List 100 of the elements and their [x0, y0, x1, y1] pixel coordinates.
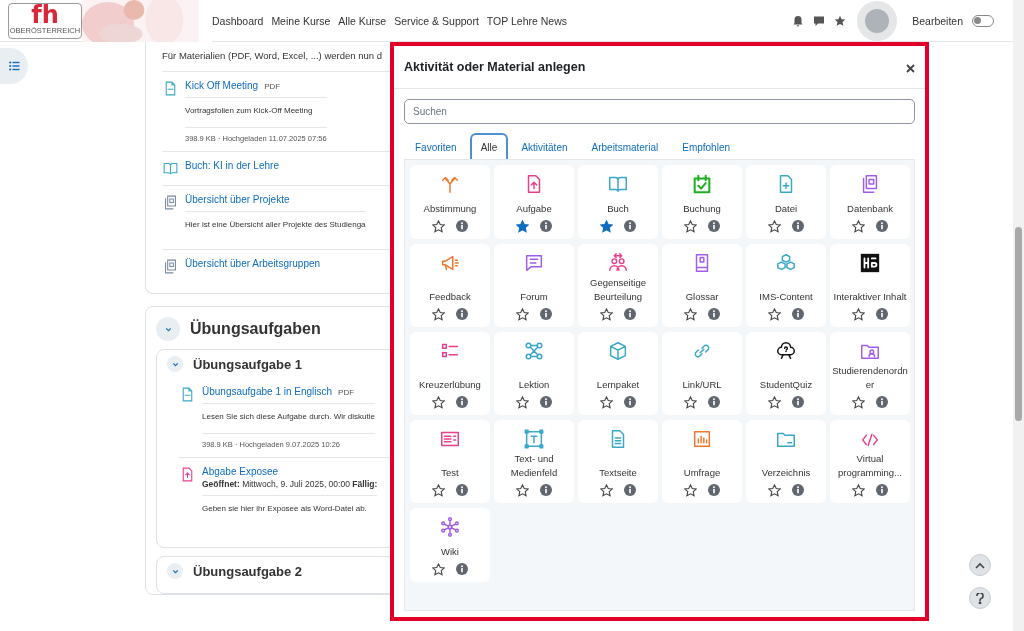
tab[interactable]: Arbeitsmaterial	[580, 133, 670, 159]
info-icon[interactable]	[456, 308, 468, 320]
info-icon[interactable]	[540, 396, 552, 408]
star-icon[interactable]	[852, 396, 865, 409]
activity-link[interactable]: Übersicht über Projekte	[185, 194, 290, 205]
star-icon[interactable]	[432, 220, 445, 233]
info-icon[interactable]	[456, 220, 468, 232]
activity-card[interactable]: Lektion	[494, 332, 574, 415]
info-icon[interactable]	[792, 308, 804, 320]
activity-card[interactable]: Feedback	[410, 244, 490, 327]
activity-card[interactable]: Umfrage	[662, 420, 742, 503]
nav-link[interactable]: TOP Lehre News	[486, 14, 567, 27]
activity-card[interactable]: Interaktiver Inhalt	[830, 244, 910, 327]
star-icon[interactable]	[516, 308, 529, 321]
star-icon[interactable]	[852, 308, 865, 321]
info-icon[interactable]	[540, 220, 552, 232]
star-icon[interactable]	[600, 308, 613, 321]
star-icon[interactable]	[852, 220, 865, 233]
star-icon[interactable]	[432, 396, 445, 409]
star-icon[interactable]	[600, 484, 613, 497]
star-icon[interactable]	[684, 308, 697, 321]
star-icon[interactable]	[516, 220, 529, 233]
search-field[interactable]: Suchen	[404, 99, 915, 124]
info-icon[interactable]	[792, 484, 804, 496]
activity-card[interactable]: StudentQuiz	[746, 332, 826, 415]
nav-link[interactable]: Dashboard	[212, 14, 264, 27]
tab[interactable]: Aktivitäten	[510, 133, 579, 159]
star-icon[interactable]	[768, 396, 781, 409]
activity-link[interactable]: Übungsaufgabe 1 in Englisch	[202, 386, 333, 397]
activity-card[interactable]: Glossar	[662, 244, 742, 327]
nav-link[interactable]: Alle Kurse	[338, 14, 387, 27]
nav-link[interactable]: Meine Kurse	[271, 14, 331, 27]
tab[interactable]: Favoriten	[404, 133, 468, 159]
info-icon[interactable]	[876, 220, 888, 232]
info-icon[interactable]	[708, 396, 720, 408]
drawer-button[interactable]	[0, 48, 28, 84]
activity-card[interactable]: Buch	[578, 165, 658, 239]
activity-name: Gegenseitige Beurteilung	[589, 276, 647, 304]
star-icon[interactable]	[432, 484, 445, 497]
activity-card[interactable]: Textseite	[578, 420, 658, 503]
chat-icon[interactable]	[813, 14, 826, 27]
activity-card[interactable]: Kreuzerlübung	[410, 332, 490, 415]
info-icon[interactable]	[456, 396, 468, 408]
help-button[interactable]	[969, 587, 991, 609]
back-to-top-button[interactable]	[969, 554, 991, 576]
info-icon[interactable]	[540, 308, 552, 320]
info-icon[interactable]	[624, 220, 636, 232]
scrollbar[interactable]	[1013, 0, 1024, 631]
nav-link[interactable]: Service & Support	[394, 14, 479, 27]
star-icon[interactable]	[516, 396, 529, 409]
activity-card[interactable]: Aufgabe	[494, 165, 574, 239]
activity-card[interactable]: Verzeichnis	[746, 420, 826, 503]
info-icon[interactable]	[708, 484, 720, 496]
info-icon[interactable]	[624, 396, 636, 408]
info-icon[interactable]	[456, 484, 468, 496]
activity-link[interactable]: Kick Off Meeting	[185, 80, 259, 91]
info-icon[interactable]	[876, 484, 888, 496]
activity-card[interactable]: Abstimmung	[410, 165, 490, 239]
activity-card[interactable]: Datenbank	[830, 165, 910, 239]
activity-card[interactable]: Test	[410, 420, 490, 503]
star-icon[interactable]	[684, 396, 697, 409]
star-icon[interactable]	[516, 484, 529, 497]
star-icon[interactable]	[684, 484, 697, 497]
activity-card[interactable]: Wiki	[410, 508, 490, 582]
star-icon[interactable]	[684, 220, 697, 233]
activity-card[interactable]: Studierendenordner	[830, 332, 910, 415]
star-icon[interactable]	[600, 396, 613, 409]
activity-name: Glossar	[685, 290, 719, 304]
star-icon[interactable]	[852, 484, 865, 497]
activity-card[interactable]: Link/URL	[662, 332, 742, 415]
activity-card[interactable]: Virtual programming...	[830, 420, 910, 503]
tab[interactable]: Empfohlen	[671, 133, 742, 159]
info-icon[interactable]	[876, 308, 888, 320]
activity-card[interactable]: Lernpaket	[578, 332, 658, 415]
activity-card[interactable]: Text- und Medienfeld	[494, 420, 574, 503]
activity-card[interactable]: Datei	[746, 165, 826, 239]
star-icon[interactable]	[768, 484, 781, 497]
activity-link[interactable]: Abgabe Exposee	[202, 466, 279, 477]
info-icon[interactable]	[624, 308, 636, 320]
info-icon[interactable]	[708, 220, 720, 232]
activity-card[interactable]: Buchung	[662, 165, 742, 239]
info-icon[interactable]	[456, 563, 468, 575]
info-icon[interactable]	[792, 396, 804, 408]
activity-link[interactable]: Übersicht über Arbeitsgruppen	[185, 258, 321, 269]
star-icon[interactable]	[768, 220, 781, 233]
activity-card[interactable]: IMS-Content	[746, 244, 826, 327]
star-icon[interactable]	[600, 220, 613, 233]
star-icon[interactable]	[432, 563, 445, 576]
bell-icon[interactable]	[792, 14, 805, 27]
star-icon[interactable]	[768, 308, 781, 321]
star-icon[interactable]	[834, 14, 847, 27]
star-icon[interactable]	[432, 308, 445, 321]
activity-link[interactable]: Buch: KI in der Lehre	[185, 160, 279, 171]
info-icon[interactable]	[540, 484, 552, 496]
info-icon[interactable]	[624, 484, 636, 496]
info-icon[interactable]	[792, 220, 804, 232]
activity-card[interactable]: Forum	[494, 244, 574, 327]
info-icon[interactable]	[876, 396, 888, 408]
activity-card[interactable]: Gegenseitige Beurteilung	[578, 244, 658, 327]
info-icon[interactable]	[708, 308, 720, 320]
